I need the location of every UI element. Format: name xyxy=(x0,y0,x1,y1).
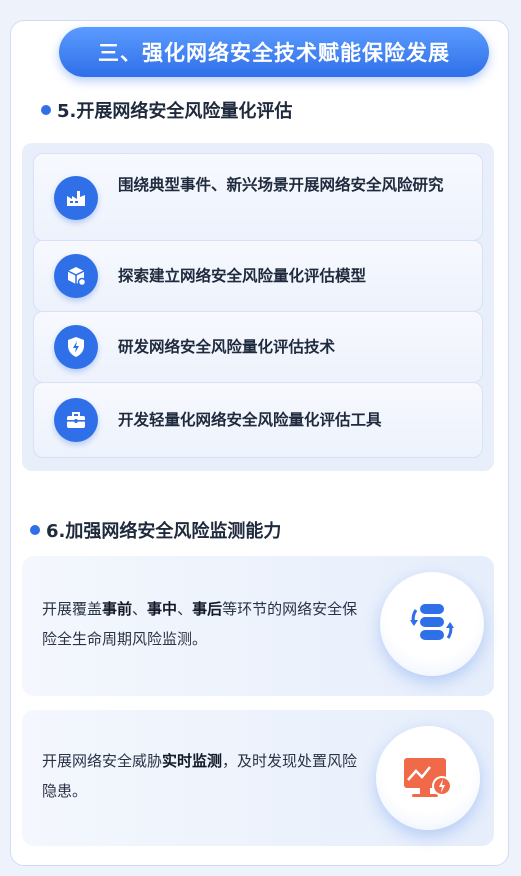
bullet-dot xyxy=(41,105,51,115)
section5-title-text: 5.开展网络安全风险量化评估 xyxy=(57,101,293,122)
toolbox-icon xyxy=(54,398,98,442)
item-text: 研发网络安全风险量化评估技术 xyxy=(118,338,336,356)
monitor-alert-icon xyxy=(376,726,480,830)
factory-icon xyxy=(54,176,98,220)
bullet-dot xyxy=(30,525,40,535)
list-item: 研发网络安全风险量化评估技术 xyxy=(33,311,483,383)
section6-title-text: 6.加强网络安全风险监测能力 xyxy=(46,521,282,542)
box-text: 开展覆盖事前、事中、事后等环节的网络安全保险全生命周期风险监测。 xyxy=(42,600,358,648)
item-text: 围绕典型事件、新兴场景开展网络安全风险研究 xyxy=(118,176,444,194)
box-text: 开展网络安全威胁实时监测，及时发现处置风险隐患。 xyxy=(42,752,358,800)
item-text: 开发轻量化网络安全风险量化评估工具 xyxy=(118,411,382,429)
list-item: 开发轻量化网络安全风险量化评估工具 xyxy=(33,382,483,458)
monitor-box-realtime: 开展网络安全威胁实时监测，及时发现处置风险隐患。 xyxy=(22,710,494,846)
section6-title: 6.加强网络安全风险监测能力 xyxy=(30,517,281,543)
shield-bolt-icon xyxy=(54,325,98,369)
database-sync-icon xyxy=(380,572,484,676)
section5-panel: 围绕典型事件、新兴场景开展网络安全风险研究 探索建立网络安全风险量化评估模型 研… xyxy=(22,143,494,471)
cube-gear-icon xyxy=(54,254,98,298)
list-item: 围绕典型事件、新兴场景开展网络安全风险研究 xyxy=(33,153,483,241)
banner-title: 三、强化网络安全技术赋能保险发展 xyxy=(98,41,450,65)
item-text: 探索建立网络安全风险量化评估模型 xyxy=(118,267,367,285)
section-banner: 三、强化网络安全技术赋能保险发展 xyxy=(59,27,489,77)
monitor-box-lifecycle: 开展覆盖事前、事中、事后等环节的网络安全保险全生命周期风险监测。 xyxy=(22,556,494,696)
section5-title: 5.开展网络安全风险量化评估 xyxy=(41,97,292,123)
list-item: 探索建立网络安全风险量化评估模型 xyxy=(33,240,483,312)
